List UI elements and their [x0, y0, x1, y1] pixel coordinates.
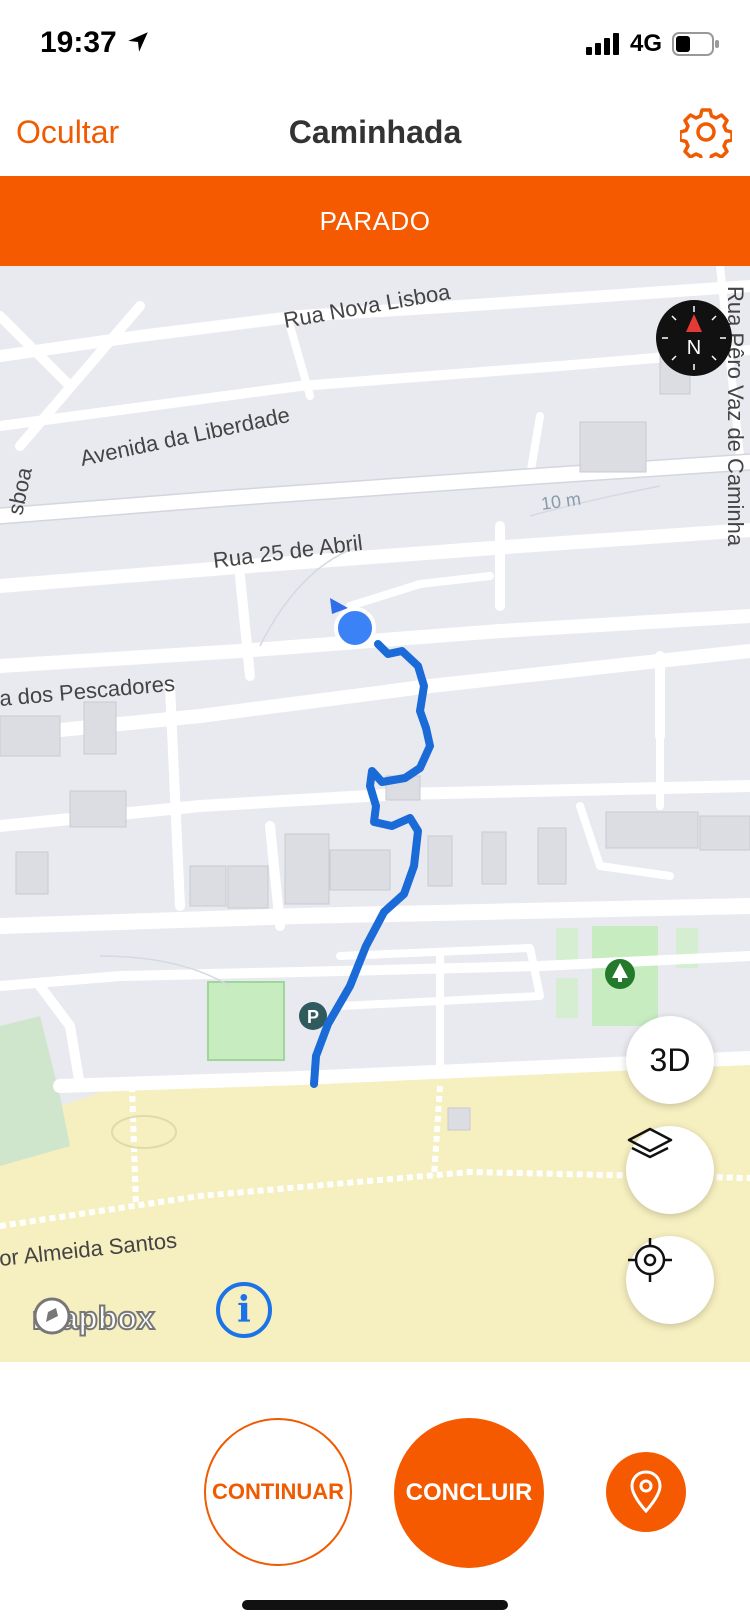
- battery-icon: [672, 32, 719, 56]
- add-marker-button[interactable]: [606, 1452, 686, 1532]
- parking-icon: P: [299, 1002, 327, 1030]
- info-button[interactable]: i: [216, 1282, 272, 1338]
- settings-button[interactable]: [678, 106, 734, 164]
- compass-icon: N: [658, 302, 730, 374]
- page-title: Caminhada: [288, 114, 462, 150]
- recenter-button[interactable]: [626, 1236, 714, 1324]
- home-indicator[interactable]: [242, 1600, 508, 1610]
- green-field: [207, 981, 285, 1061]
- mapbox-logo[interactable]: mapbox: [31, 1296, 156, 1340]
- signal-icon: [585, 33, 619, 55]
- layers-button[interactable]: [626, 1126, 714, 1214]
- layers-icon: [627, 1127, 673, 1159]
- status-time: 19:37: [40, 26, 151, 60]
- activity-status-banner: PARADO: [0, 176, 750, 266]
- nav-header: Ocultar Caminhada: [0, 90, 750, 176]
- gear-icon: [678, 108, 734, 164]
- compass-letter: N: [687, 337, 701, 359]
- finish-button[interactable]: CONCLUIR: [394, 1418, 544, 1568]
- status-indicators: 4G: [585, 30, 720, 58]
- mapbox-icon: [33, 1297, 71, 1335]
- status-bar: 19:37 4G: [0, 0, 750, 90]
- bottom-controls: CONTINUAR CONCLUIR: [0, 1362, 750, 1624]
- 3d-button[interactable]: 3D: [626, 1016, 714, 1104]
- network-type: 4G: [629, 30, 662, 57]
- compass-button[interactable]: N: [656, 300, 732, 376]
- map-view[interactable]: Rua Nova Lisboa Avenida da Liberdade Rua…: [0, 266, 750, 1362]
- continue-button[interactable]: CONTINUAR: [204, 1418, 352, 1566]
- location-arrow-icon: [128, 32, 148, 52]
- current-location-dot: [334, 607, 376, 649]
- svg-text:P: P: [307, 1007, 319, 1027]
- tree-icon: [605, 959, 635, 989]
- crosshair-icon: [628, 1238, 672, 1282]
- map-pin-icon: [630, 1470, 662, 1514]
